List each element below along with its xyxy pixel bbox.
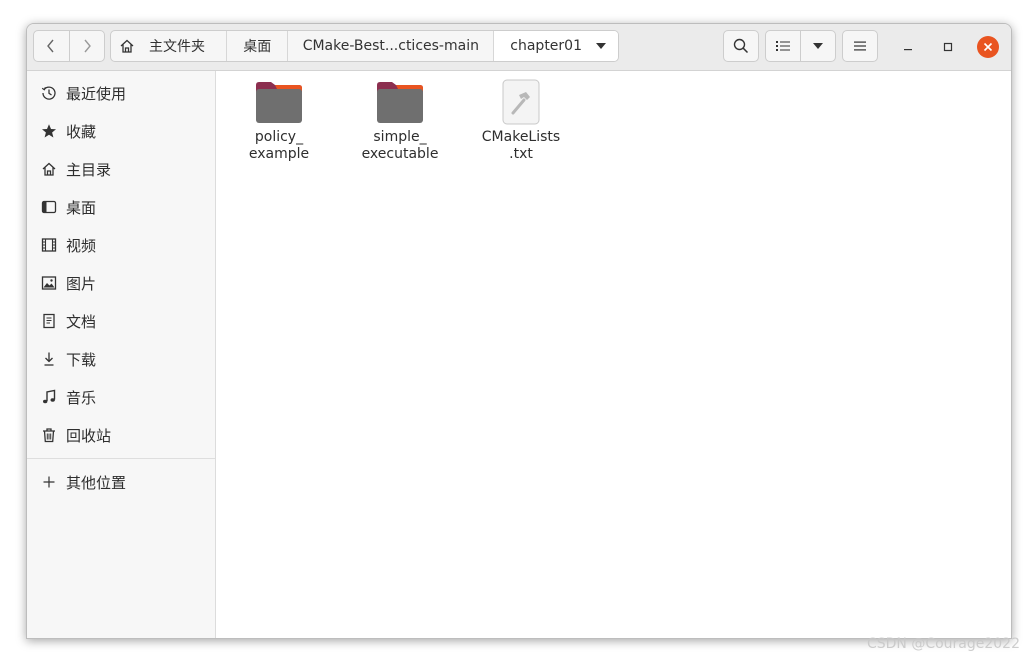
desktop-icon bbox=[41, 199, 57, 215]
breadcrumb-desktop[interactable]: 桌面 bbox=[226, 31, 287, 61]
file-name: simple_ executable bbox=[362, 129, 439, 163]
file-name-line: simple_ bbox=[373, 129, 427, 145]
sidebar-item-trash[interactable]: 回收站 bbox=[27, 416, 215, 454]
file-name-line: policy_ bbox=[254, 129, 304, 145]
sidebar-item-music[interactable]: 音乐 bbox=[27, 378, 215, 416]
maximize-button[interactable] bbox=[937, 36, 959, 58]
folder-icon bbox=[377, 82, 423, 123]
header-bar: 主文件夹 桌面 CMake-Best...ctices-main chapter… bbox=[27, 24, 1011, 71]
sidebar-item-label: 文档 bbox=[66, 312, 97, 331]
file-name: CMakeLists .txt bbox=[482, 129, 560, 163]
sidebar-item-starred[interactable]: 收藏 bbox=[27, 112, 215, 150]
sidebar-item-label: 主目录 bbox=[66, 160, 112, 179]
sidebar-item-label: 图片 bbox=[66, 274, 97, 293]
caret-down-icon bbox=[813, 43, 823, 49]
file-item-simple-executable[interactable]: simple_ executable bbox=[345, 79, 455, 163]
sidebar-item-label: 最近使用 bbox=[66, 84, 127, 103]
star-icon bbox=[41, 123, 57, 139]
main-menu-button[interactable] bbox=[842, 30, 878, 62]
folder-icon bbox=[256, 82, 302, 123]
plus-icon bbox=[41, 474, 57, 490]
file-item-cmakelists[interactable]: CMakeLists .txt bbox=[466, 79, 576, 163]
sidebar-divider bbox=[27, 458, 215, 459]
sidebar-item-pictures[interactable]: 图片 bbox=[27, 264, 215, 302]
sidebar-item-recent[interactable]: 最近使用 bbox=[27, 74, 215, 112]
breadcrumb-label: 桌面 bbox=[243, 39, 272, 55]
search-icon bbox=[733, 38, 749, 54]
view-buttons bbox=[765, 30, 836, 62]
sidebar-item-documents[interactable]: 文档 bbox=[27, 302, 215, 340]
close-icon bbox=[983, 42, 993, 52]
file-item-policy-example[interactable]: policy_ example bbox=[224, 79, 334, 163]
sidebar-item-label: 收藏 bbox=[66, 122, 97, 141]
maximize-icon bbox=[943, 42, 953, 52]
file-name: policy_ example bbox=[249, 129, 309, 163]
clock-icon bbox=[41, 85, 57, 101]
file-name-line: executable bbox=[361, 146, 439, 162]
image-icon bbox=[41, 275, 57, 291]
file-view: policy_ example simple_ executable CMake… bbox=[216, 71, 1011, 638]
trash-icon bbox=[41, 427, 57, 443]
sidebar-item-label: 音乐 bbox=[66, 388, 97, 407]
sidebar-item-videos[interactable]: 视频 bbox=[27, 226, 215, 264]
sidebar-item-home[interactable]: 主目录 bbox=[27, 150, 215, 188]
file-name-line: .txt bbox=[509, 146, 533, 162]
list-view-button[interactable] bbox=[766, 31, 800, 61]
search-button[interactable] bbox=[723, 30, 759, 62]
back-button[interactable] bbox=[34, 31, 69, 61]
breadcrumb-cmake-folder[interactable]: CMake-Best...ctices-main bbox=[287, 31, 493, 61]
sidebar-item-label: 其他位置 bbox=[66, 473, 127, 492]
music-icon bbox=[41, 389, 57, 405]
view-options-button[interactable] bbox=[800, 31, 835, 61]
breadcrumb: 主文件夹 桌面 CMake-Best...ctices-main chapter… bbox=[110, 30, 619, 62]
build-file-icon bbox=[502, 79, 540, 125]
file-manager-window: 主文件夹 桌面 CMake-Best...ctices-main chapter… bbox=[26, 23, 1012, 639]
nav-buttons bbox=[33, 30, 105, 62]
breadcrumb-label: chapter01 bbox=[510, 38, 582, 54]
breadcrumb-chapter01[interactable]: chapter01 bbox=[493, 31, 618, 61]
breadcrumb-label: 主文件夹 bbox=[149, 39, 205, 55]
download-icon bbox=[41, 351, 57, 367]
sidebar-item-other-locations[interactable]: 其他位置 bbox=[27, 463, 215, 501]
minimize-icon bbox=[904, 49, 912, 51]
sidebar-item-downloads[interactable]: 下载 bbox=[27, 340, 215, 378]
chevron-left-icon bbox=[47, 39, 54, 53]
home-icon bbox=[41, 161, 57, 177]
breadcrumb-home[interactable]: 主文件夹 bbox=[111, 31, 226, 61]
sidebar-item-label: 回收站 bbox=[66, 426, 112, 445]
sidebar-item-label: 视频 bbox=[66, 236, 97, 255]
breadcrumb-label: CMake-Best...ctices-main bbox=[302, 38, 479, 54]
caret-down-icon bbox=[596, 43, 606, 49]
minimize-button[interactable] bbox=[897, 36, 919, 58]
sidebar-item-label: 下载 bbox=[66, 350, 97, 369]
watermark: CSDN @Courage2022 bbox=[866, 636, 1020, 652]
file-name-line: CMakeLists bbox=[481, 129, 561, 145]
forward-button[interactable] bbox=[68, 31, 105, 61]
file-name-line: example bbox=[248, 146, 310, 162]
document-icon bbox=[41, 313, 57, 329]
sidebar-item-desktop[interactable]: 桌面 bbox=[27, 188, 215, 226]
home-icon bbox=[120, 39, 134, 53]
hamburger-menu-icon bbox=[854, 41, 866, 51]
chevron-right-icon bbox=[84, 39, 91, 53]
sidebar: 最近使用 收藏 主目录 桌面 视频 图片 文档 下载 音乐 回收站 其他位置 bbox=[27, 71, 216, 638]
film-icon bbox=[41, 237, 57, 253]
close-button[interactable] bbox=[977, 36, 999, 58]
sidebar-item-label: 桌面 bbox=[66, 198, 97, 217]
list-view-icon bbox=[776, 41, 790, 51]
